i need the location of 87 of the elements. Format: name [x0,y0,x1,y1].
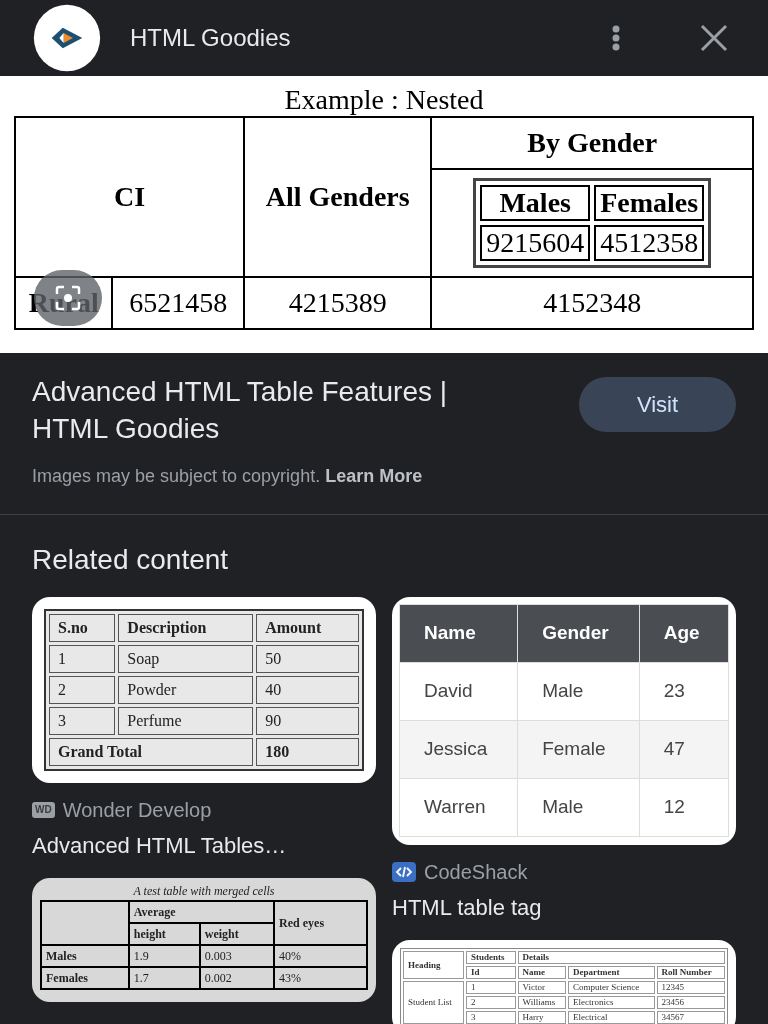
table-cell: 90 [256,707,359,735]
table-cell: Victor [517,981,566,994]
row-header: Males [41,945,129,967]
table-cell: 40 [256,676,359,704]
more-options-icon[interactable] [612,25,620,51]
column-header: By Gender [431,117,753,169]
site-name: HTML Goodies [130,23,291,53]
table-cell: David [399,662,518,721]
column-header: S.no [49,614,116,642]
row-header: Roll Number [656,966,725,979]
table-cell: 34567 [656,1011,725,1024]
table-cell: 3 [466,1011,516,1024]
table-cell: 23 [639,662,729,721]
column-header: CI [15,117,244,277]
table-cell: 1 [466,981,516,994]
table-cell: 1 [49,645,116,673]
table-cell: 6521458 [112,277,244,329]
table-cell: Computer Science [567,981,655,994]
table-cell: 4152348 [431,277,753,329]
table-caption: A test table with merged cells [132,883,276,900]
close-icon[interactable] [700,24,728,52]
column-header: Males [480,185,591,221]
row-header: 180 [256,738,359,766]
learn-more-link[interactable]: Learn More [325,466,423,486]
code-icon [392,862,416,882]
result-title[interactable]: Advanced HTML Tables… [32,829,376,862]
table-cell: 4215389 [244,277,432,329]
table-cell: Female [517,720,640,779]
table-cell: Powder [118,676,254,704]
table-cell: 12345 [656,981,725,994]
table-cell: 0.003 [199,945,275,967]
table-cell: Male [517,778,640,837]
table-cell: Harry [517,1011,566,1024]
column-header: Red eyes [274,901,367,945]
table-cell: Male [517,662,640,721]
column-header: Name [399,604,518,663]
row-header: height [128,923,200,945]
result-image[interactable]: Heading Students Details Id Name Department Roll Number Student List 1 Victor Computer Science 12345 2 Williams Electronics 23456 3 Harry Electrical 34567 [392,940,736,1024]
result-image[interactable]: A test table with merged cells Average Red eyes height weight Males 1.9 0.003 40% Females 1.7 0.002 43% [32,878,376,1002]
table-cell: 47 [639,720,729,779]
result-title[interactable]: Advanced HTML Table Features | HTML Goodies [32,373,522,447]
column-header: Average [128,901,275,923]
row-header: Department [567,966,655,979]
column-header: Students [466,951,516,964]
table-cell: 1.9 [128,945,200,967]
column-header: Heading [403,951,465,979]
row-header: Id [466,966,516,979]
table-cell: 3 [49,707,116,735]
table-cell: Soap [118,645,254,673]
table-cell: 0.002 [199,967,275,989]
row-header: Grand Total [49,738,254,766]
copyright-notice: Images may be subject to copyright. Learn More [32,465,424,488]
table-cell: 23456 [656,996,725,1009]
column-header: Females [594,185,705,221]
table-cell: 1.7 [128,967,200,989]
result-title[interactable]: HTML table tag [392,891,736,924]
table-cell: Warren [399,778,518,837]
table-cell: Student List [403,981,465,1024]
table-caption: Example : Nested [283,84,485,116]
visit-button[interactable]: Visit [579,377,736,432]
result-image[interactable]: S.no Description Amount 1 Soap 50 2 Powder 40 3 Perfume 90 Grand Total 180 [32,597,376,783]
table-cell: Electrical [567,1011,655,1024]
table-cell: 50 [256,645,359,673]
table-cell: Jessica [399,720,518,779]
row-header: Females [41,967,129,989]
result-image[interactable]: Name Gender Age David Male 23 Jessica Female 47 Warren Male 12 [392,597,736,845]
column-header: Details [517,951,725,964]
table-cell: Electronics [567,996,655,1009]
row-header: Name [517,966,566,979]
column-header: Age [639,604,729,663]
section-heading: Related content [32,543,230,577]
table-cell: 4512358 [594,225,705,261]
site-icon: WD [32,802,55,818]
table-cell: Perfume [118,707,254,735]
source-name[interactable]: CodeShack [424,857,528,887]
column-header: Gender [517,604,640,663]
column-header: All Genders [244,117,432,277]
table-cell: 43% [274,967,367,989]
table-cell: 2 [49,676,116,704]
table-cell: 12 [639,778,729,837]
source-name[interactable]: Wonder Develop [62,795,212,825]
column-header: Description [118,614,254,642]
column-header: Amount [256,614,359,642]
table-cell: 40% [274,945,367,967]
table-cell: 9215604 [480,225,591,261]
table-cell: Williams [517,996,566,1009]
table-cell: 2 [466,996,516,1009]
